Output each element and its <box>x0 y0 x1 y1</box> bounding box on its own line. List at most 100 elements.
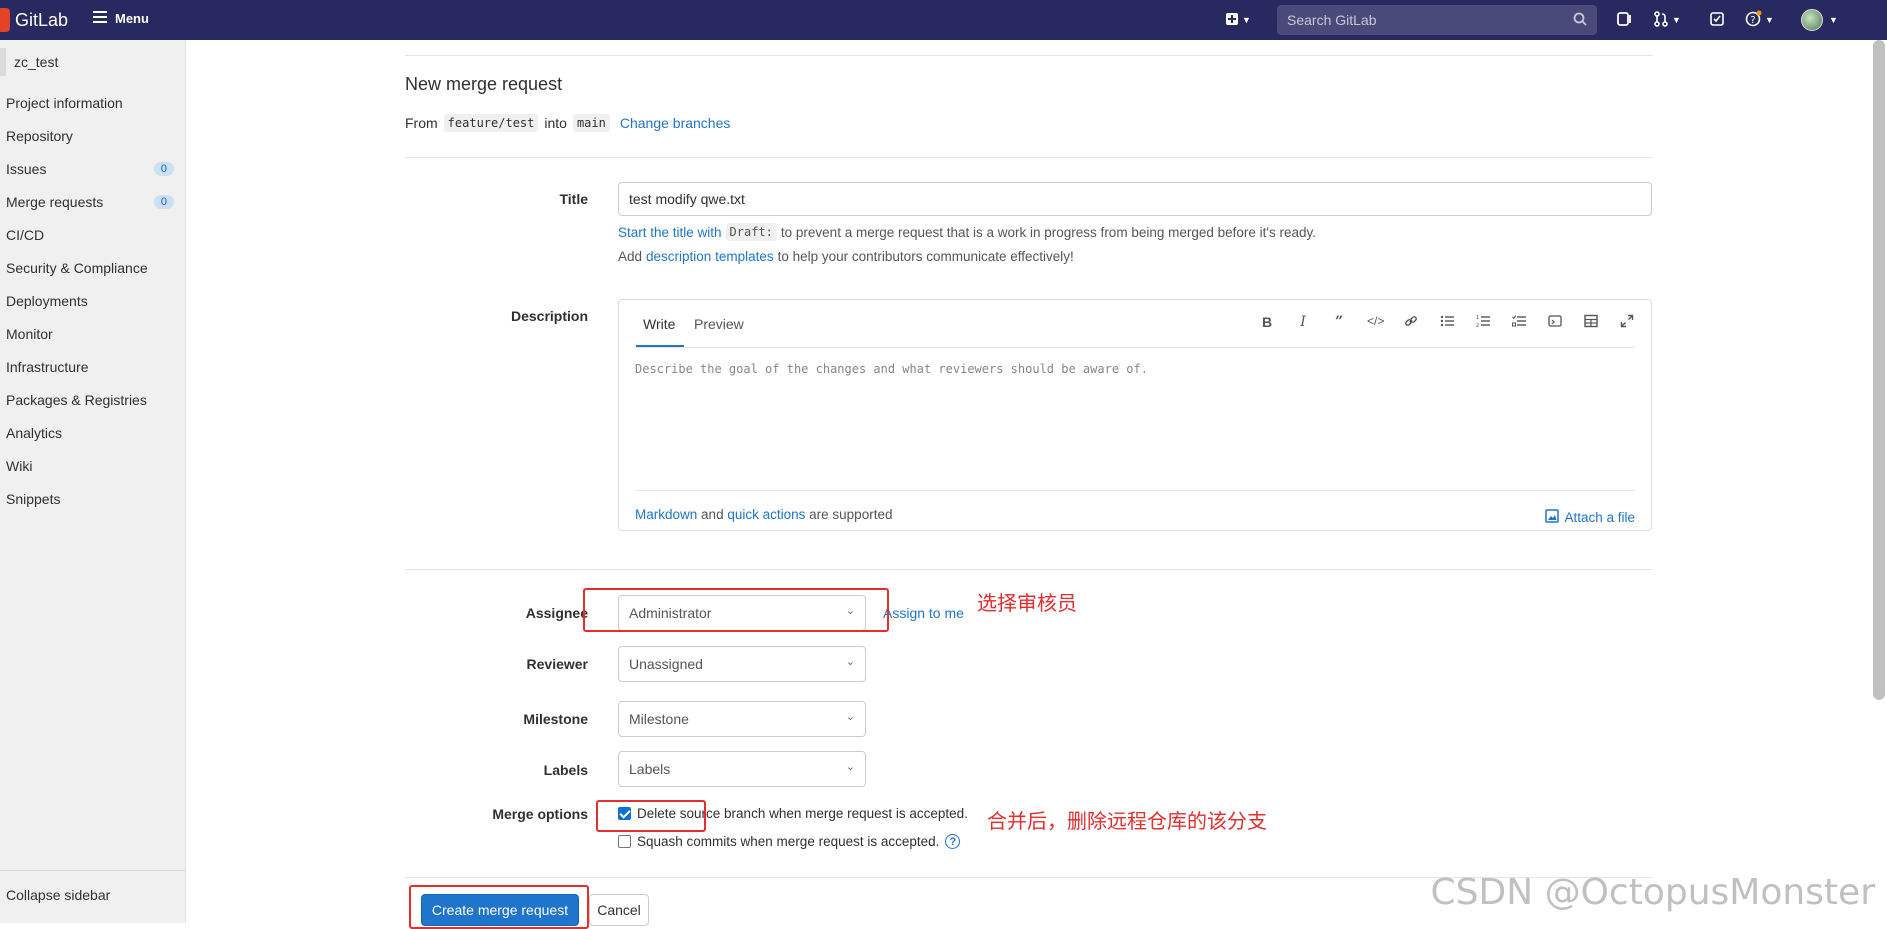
sidebar-item-label: Monitor <box>6 326 53 342</box>
sidebar-item-label: Snippets <box>6 491 61 507</box>
editor-footer-divider <box>635 490 1635 491</box>
change-branches-link[interactable]: Change branches <box>620 115 731 131</box>
search-icon <box>1573 12 1587 29</box>
templates-hint: Add description templates to help your c… <box>618 249 1074 264</box>
milestone-dropdown[interactable]: Milestone ⌄ <box>618 701 866 737</box>
merge-option-annotation: 合并后，删除远程仓库的该分支 <box>987 809 1267 833</box>
squash-commits-text: Squash commits when merge request is acc… <box>637 834 940 849</box>
description-textarea[interactable]: Describe the goal of the changes and wha… <box>635 362 1635 478</box>
code-icon[interactable]: </> <box>1367 314 1384 331</box>
labels-dropdown[interactable]: Labels ⌄ <box>618 751 866 787</box>
main-content: New merge request From feature/test into… <box>186 40 1887 929</box>
cancel-button[interactable]: Cancel <box>589 894 649 926</box>
numbered-list-icon[interactable]: 12 <box>1475 314 1491 331</box>
issues-nav-button[interactable] <box>1616 10 1632 30</box>
sidebar-item-project-information[interactable]: Project information <box>6 95 180 111</box>
draft-hint-link[interactable]: Start the title with <box>618 225 722 240</box>
draft-hint-text: to prevent a merge request that is a wor… <box>780 224 1316 240</box>
sidebar-item-label: Merge requests <box>6 194 104 210</box>
collapsible-section-icon[interactable] <box>1547 314 1563 331</box>
sidebar-item-label: Packages & Registries <box>6 392 147 408</box>
sidebar-item-merge-requests[interactable]: Merge requests 0 <box>6 194 180 210</box>
tab-preview[interactable]: Preview <box>694 316 744 332</box>
sidebar-item-label: Wiki <box>6 458 33 474</box>
section-divider <box>405 157 1653 158</box>
brand-name[interactable]: GitLab <box>15 10 68 31</box>
sidebar-item-issues[interactable]: Issues 0 <box>6 161 180 177</box>
sidebar-item-label: Project information <box>6 95 123 111</box>
assign-to-me-link[interactable]: Assign to me <box>883 605 964 621</box>
table-icon[interactable] <box>1583 314 1599 331</box>
sidebar-item-analytics[interactable]: Analytics <box>6 425 180 441</box>
page-scrollbar[interactable] <box>1873 40 1885 700</box>
chevron-down-icon: ▼ <box>1242 15 1251 25</box>
task-list-icon[interactable] <box>1511 314 1527 331</box>
link-icon[interactable] <box>1403 314 1419 331</box>
sidebar-item-deployments[interactable]: Deployments <box>6 293 180 309</box>
sidebar-item-packages-registries[interactable]: Packages & Registries <box>6 392 180 408</box>
top-navbar: GitLab Menu ▼ Search GitLab ▼ ? ▼ ▼ <box>0 0 1887 40</box>
sidebar-item-label: Issues <box>6 161 47 177</box>
bullet-list-icon[interactable] <box>1439 314 1455 331</box>
user-avatar[interactable] <box>1801 9 1823 31</box>
templates-text: to help your contributors communicate ef… <box>777 249 1074 264</box>
draft-code: Draft: <box>725 223 777 241</box>
italic-icon[interactable]: I <box>1295 314 1311 331</box>
squash-commits-option[interactable]: Squash commits when merge request is acc… <box>618 834 961 849</box>
sidebar-item-repository[interactable]: Repository <box>6 128 180 144</box>
labels-label: Labels <box>543 762 588 778</box>
question-circle-icon[interactable]: ? <box>945 834 961 849</box>
section-divider <box>405 569 1653 570</box>
image-icon <box>1545 509 1560 526</box>
user-menu-chevron-icon[interactable]: ▼ <box>1829 10 1838 30</box>
editor-footer-text: Markdown and quick actions are supported <box>635 507 892 522</box>
reviewer-dropdown[interactable]: Unassigned ⌄ <box>618 646 866 682</box>
bold-icon[interactable]: B <box>1259 314 1275 331</box>
merge-requests-count-badge: 0 <box>153 195 174 209</box>
quote-icon[interactable]: ” <box>1331 314 1347 331</box>
new-dropdown-button[interactable]: ▼ <box>1225 10 1251 30</box>
sidebar-item-monitor[interactable]: Monitor <box>6 326 180 342</box>
sidebar-item-label: Security & Compliance <box>6 260 148 276</box>
sidebar-item-label: CI/CD <box>6 227 45 243</box>
menu-button[interactable]: Menu <box>93 11 149 26</box>
sidebar-item-label: Analytics <box>6 425 63 441</box>
description-templates-link[interactable]: description templates <box>646 249 774 264</box>
todo-check-icon <box>1709 11 1725 30</box>
help-nav-button[interactable]: ? ▼ <box>1745 10 1774 30</box>
project-sidebar: zc_test Project information Repository I… <box>0 40 186 923</box>
gitlab-logo-icon[interactable] <box>0 8 10 32</box>
merge-request-icon <box>1653 10 1669 30</box>
description-editor: Write Preview B I ” </> 12 Describe the … <box>618 299 1652 531</box>
question-circle-icon: ? <box>1745 10 1762 30</box>
search-input[interactable]: Search GitLab <box>1277 5 1597 35</box>
sidebar-item-infrastructure[interactable]: Infrastructure <box>6 359 180 375</box>
templates-prefix: Add <box>618 249 643 264</box>
merge-requests-nav-button[interactable]: ▼ <box>1653 10 1681 30</box>
markdown-link[interactable]: Markdown <box>635 507 697 522</box>
issues-icon <box>1616 11 1632 30</box>
merge-options-label: Merge options <box>492 806 588 822</box>
reviewer-label: Reviewer <box>526 656 588 672</box>
and-text: and <box>701 507 724 522</box>
title-input[interactable]: test modify qwe.txt <box>618 182 1652 216</box>
quick-actions-link[interactable]: quick actions <box>727 507 805 522</box>
sidebar-item-wiki[interactable]: Wiki <box>6 458 180 474</box>
create-button-highlight-box <box>409 885 589 929</box>
attach-file-button[interactable]: Attach a file <box>1545 509 1635 526</box>
collapse-sidebar-button[interactable]: Collapse sidebar <box>6 887 110 903</box>
target-branch: main <box>572 114 610 132</box>
tab-write[interactable]: Write <box>643 316 675 332</box>
fullscreen-icon[interactable] <box>1619 314 1635 331</box>
todos-nav-button[interactable] <box>1709 10 1725 30</box>
attach-file-label: Attach a file <box>1564 510 1635 525</box>
project-avatar <box>0 48 6 76</box>
squash-commits-checkbox[interactable] <box>618 835 631 848</box>
sidebar-item-snippets[interactable]: Snippets <box>6 491 180 507</box>
sidebar-project-header[interactable]: zc_test <box>0 46 186 78</box>
sidebar-item-security-compliance[interactable]: Security & Compliance <box>6 260 180 276</box>
draft-hint: Start the title with Draft: to prevent a… <box>618 223 1316 241</box>
sidebar-item-ci-cd[interactable]: CI/CD <box>6 227 180 243</box>
assignee-annotation: 选择审核员 <box>977 591 1077 615</box>
assignee-label: Assignee <box>525 605 588 621</box>
